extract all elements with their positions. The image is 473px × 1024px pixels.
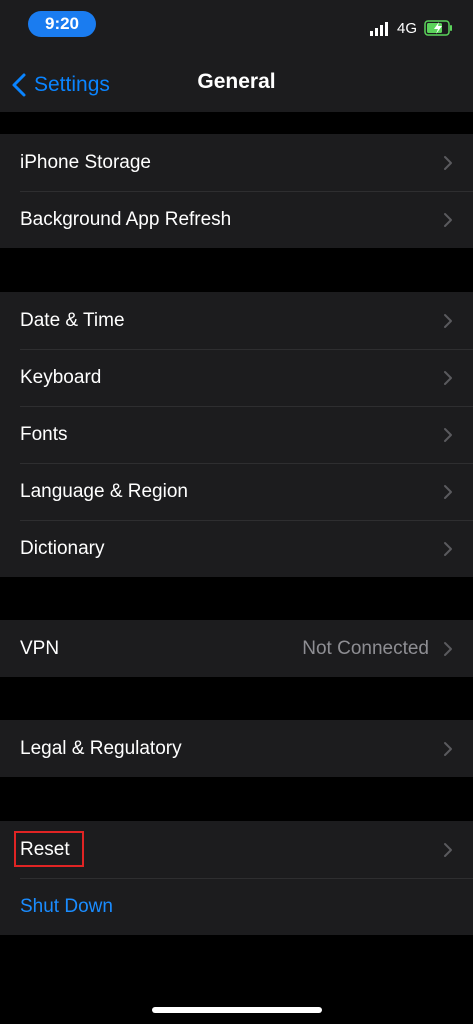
chevron-right-icon	[444, 155, 452, 170]
settings-group-storage: iPhone Storage Background App Refresh	[0, 134, 473, 248]
settings-group-legal: Legal & Regulatory	[0, 720, 473, 777]
row-label: VPN	[20, 637, 60, 659]
chevron-right-icon	[444, 641, 452, 656]
chevron-right-icon	[444, 313, 452, 328]
home-indicator[interactable]	[152, 1007, 322, 1013]
row-fonts[interactable]: Fonts	[0, 406, 473, 463]
chevron-right-icon	[444, 541, 452, 556]
battery-charging-icon	[424, 20, 452, 36]
row-date-time[interactable]: Date & Time	[0, 292, 473, 349]
row-legal-regulatory[interactable]: Legal & Regulatory	[0, 720, 473, 777]
row-label: Background App Refresh	[20, 208, 232, 230]
row-label: Keyboard	[20, 366, 102, 388]
row-background-app-refresh[interactable]: Background App Refresh	[0, 191, 473, 248]
settings-group-locale: Date & Time Keyboard Fonts Language & Re…	[0, 292, 473, 577]
row-language-region[interactable]: Language & Region	[0, 463, 473, 520]
row-label: Dictionary	[20, 537, 105, 559]
row-reset[interactable]: Reset	[0, 821, 473, 878]
network-type-label: 4G	[397, 20, 418, 37]
signal-bars-icon	[370, 22, 388, 36]
status-bar: 9:20 4G	[0, 0, 473, 52]
row-vpn[interactable]: VPN Not Connected	[0, 620, 473, 677]
settings-group-vpn: VPN Not Connected	[0, 620, 473, 677]
chevron-right-icon	[444, 741, 452, 756]
chevron-right-icon	[444, 484, 452, 499]
chevron-right-icon	[444, 370, 452, 385]
status-time: 9:20	[28, 11, 96, 37]
chevron-right-icon	[444, 427, 452, 442]
row-dictionary[interactable]: Dictionary	[0, 520, 473, 577]
row-keyboard[interactable]: Keyboard	[0, 349, 473, 406]
chevron-right-icon	[444, 842, 452, 857]
row-shut-down[interactable]: Shut Down	[0, 878, 473, 935]
chevron-right-icon	[444, 212, 452, 227]
shut-down-label: Shut Down	[20, 895, 113, 917]
row-label: Language & Region	[20, 480, 188, 502]
row-iphone-storage[interactable]: iPhone Storage	[0, 134, 473, 191]
row-label: Legal & Regulatory	[20, 737, 182, 759]
row-label: iPhone Storage	[20, 151, 151, 173]
settings-group-reset: Reset Shut Down	[0, 821, 473, 935]
vpn-status-value: Not Connected	[302, 637, 429, 659]
row-label: Fonts	[20, 423, 68, 445]
navigation-bar: Settings General	[0, 52, 473, 112]
row-label: Date & Time	[20, 309, 125, 331]
page-title: General	[197, 70, 276, 93]
reset-highlight-box	[14, 831, 84, 867]
